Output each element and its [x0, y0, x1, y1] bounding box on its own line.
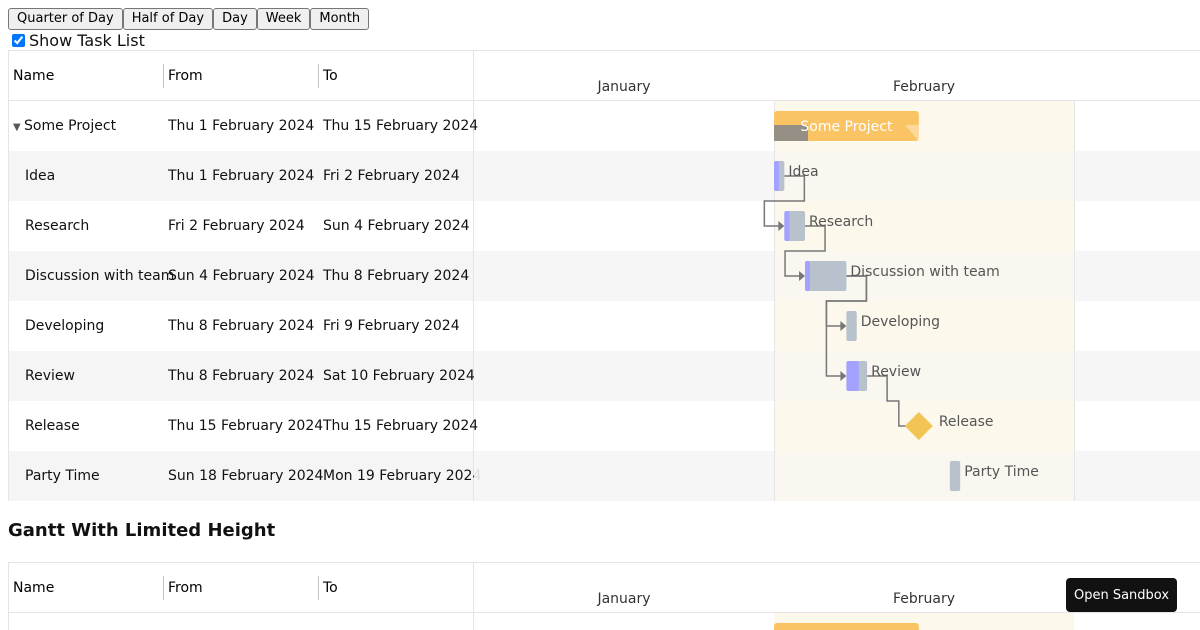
column-header-name-label: Name — [13, 67, 55, 84]
task-from-cell: Sun 18 February 2024 — [168, 468, 324, 484]
column-header-from-limited: From — [164, 563, 319, 612]
task-bar-label: Release — [939, 414, 994, 430]
task-name-cell: Release — [9, 418, 164, 434]
task-row[interactable]: Release Thu 15 February 2024 Thu 15 Februa… — [9, 401, 479, 451]
task-from-cell: Fri 2 February 2024 — [168, 218, 305, 234]
task-name: Party Time — [25, 468, 100, 484]
task-name-cell: Review — [9, 368, 164, 384]
column-header-from: From — [164, 51, 319, 100]
month-label: January — [596, 79, 650, 95]
gantt-chart-limited: Name From To January February — [8, 562, 1200, 630]
current-month-tint — [774, 101, 1074, 501]
view-half-day-button[interactable]: Half of Day — [122, 8, 214, 30]
show-task-list-label: Show Task List — [29, 31, 145, 50]
task-row[interactable]: Developing Thu 8 February 2024 Fri 9 Febru… — [9, 301, 473, 351]
view-month-button[interactable]: Month — [310, 8, 370, 30]
gantt-timeline: January February Some Project Idea Research D… — [474, 51, 1200, 501]
task-bar-label: Party Time — [964, 464, 1039, 480]
task-to-cell: Thu 15 February 2024 — [323, 118, 479, 134]
task-progress — [846, 361, 859, 391]
task-to-cell: Thu 15 February 2024 — [323, 418, 479, 434]
task-bar-label: Discussion with team — [850, 264, 999, 280]
task-list-header: Name From To — [9, 51, 473, 101]
task-list-table-limited: Name From To — [8, 563, 474, 630]
task-name-cell: ▼ Some Project — [9, 118, 164, 134]
section-title: Gantt With Limited Height — [8, 520, 276, 541]
task-progress — [805, 261, 811, 291]
task-bar-0[interactable]: Some Project — [774, 111, 919, 141]
task-bar[interactable] — [846, 311, 857, 341]
app-root: Quarter of Day Half of Day Day Week Mont… — [0, 0, 1200, 630]
task-bar[interactable] — [949, 461, 961, 491]
task-name-cell: Research — [9, 218, 164, 234]
column-header-from-label: From — [168, 579, 203, 596]
column-header-to-limited: To — [319, 563, 473, 612]
task-name: Discussion with team — [25, 268, 175, 284]
column-header-name: Name — [9, 51, 164, 100]
task-name: Developing — [25, 318, 105, 334]
task-to-cell: Sun 4 February 2024 — [323, 218, 470, 234]
task-row[interactable]: Party Time Sun 18 February 2024 Mon 19 Feb… — [9, 451, 482, 501]
task-bar-label: Some Project — [800, 119, 893, 135]
task-to-cell: Thu 8 February 2024 — [323, 268, 470, 284]
column-header-name-label: Name — [13, 579, 55, 596]
view-quarter-day-button[interactable]: Quarter of Day — [8, 8, 123, 30]
task-progress — [774, 161, 779, 191]
task-name: Review — [25, 368, 75, 384]
task-name-cell: Idea — [9, 168, 164, 184]
task-row[interactable]: Discussion with team Sun 4 February 2024 T… — [9, 251, 473, 301]
month-label: February — [893, 79, 955, 95]
open-sandbox-button[interactable]: Open Sandbox — [1066, 578, 1177, 612]
view-mode-toolbar: Quarter of Day Half of Day Day Week Mont… — [8, 8, 370, 30]
task-from-cell: Thu 15 February 2024 — [168, 418, 324, 434]
task-row[interactable]: Idea Thu 1 February 2024 Fri 2 February 20… — [9, 151, 473, 201]
project-bar[interactable] — [774, 623, 919, 630]
column-header-to-label: To — [323, 67, 338, 84]
task-name: Research — [25, 218, 90, 234]
expand-toggle-icon[interactable]: ▼ — [13, 122, 24, 133]
gantt-timeline-svg: January February Some Project Idea Research D… — [474, 79, 1200, 501]
task-to-cell: Sat 10 February 2024 — [323, 368, 475, 384]
gantt-chart: Name From To ▼ Some Project Thu 1 February… — [8, 50, 1200, 501]
column-header-from-label: From — [168, 67, 203, 84]
column-header-name-limited: Name — [9, 563, 164, 612]
task-from-cell: Sun 4 February 2024 — [168, 268, 315, 284]
column-header-to: To — [319, 51, 473, 100]
task-name: Some Project — [24, 118, 117, 134]
task-row[interactable]: Research Fri 2 February 2024 Sun 4 Februar… — [9, 201, 473, 251]
task-name-cell: Developing — [9, 318, 164, 334]
task-bar-label: Idea — [788, 164, 818, 180]
task-progress — [784, 211, 790, 241]
task-name-cell: Discussion with team — [9, 268, 174, 284]
task-bar-label: Review — [871, 364, 921, 380]
month-label: February — [893, 591, 955, 607]
task-from-cell: Thu 1 February 2024 — [168, 168, 315, 184]
task-row[interactable]: Review Thu 8 February 2024 Sat 10 February… — [9, 351, 475, 401]
show-task-list-checkbox[interactable] — [12, 34, 25, 47]
task-to-cell: Mon 19 February 2024 — [323, 468, 482, 484]
task-list-header-limited: Name From To — [9, 563, 473, 613]
task-name: Release — [25, 418, 80, 434]
task-bar-label: Research — [809, 214, 873, 230]
task-bar[interactable] — [805, 261, 847, 291]
task-name-cell: Party Time — [9, 468, 164, 484]
task-from-cell: Thu 8 February 2024 — [168, 368, 315, 384]
view-week-button[interactable]: Week — [256, 8, 311, 30]
column-header-to-label: To — [323, 579, 338, 596]
view-day-button[interactable]: Day — [213, 8, 257, 30]
task-from-cell: Thu 1 February 2024 — [168, 118, 315, 134]
task-list-table: Name From To ▼ Some Project Thu 1 February… — [8, 51, 482, 501]
task-row[interactable]: ▼ Some Project Thu 1 February 2024 Thu 15 F… — [9, 101, 479, 151]
task-bar-label: Developing — [861, 314, 940, 330]
task-from-cell: Thu 8 February 2024 — [168, 318, 315, 334]
month-label: January — [596, 591, 650, 607]
task-to-cell: Fri 9 February 2024 — [323, 318, 460, 334]
task-list-body: ▼ Some Project Thu 1 February 2024 Thu 15 F… — [9, 101, 482, 501]
task-to-cell: Fri 2 February 2024 — [323, 168, 460, 184]
show-task-list-toggle[interactable]: Show Task List — [11, 31, 145, 50]
task-name: Idea — [25, 168, 56, 184]
